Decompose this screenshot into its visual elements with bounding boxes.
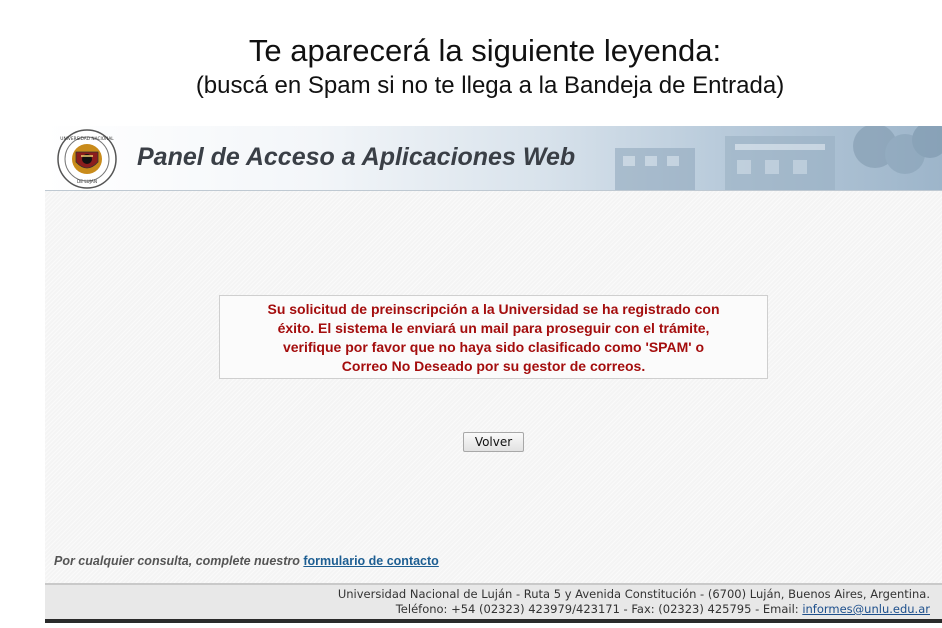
contact-prefix: Por cualquier consulta, complete nuestro bbox=[54, 554, 300, 568]
svg-text:DE LUJAN: DE LUJAN bbox=[77, 179, 97, 185]
footer-divider bbox=[45, 619, 942, 623]
back-button[interactable]: Volver bbox=[463, 432, 524, 452]
building-photo-decoration bbox=[615, 126, 942, 190]
university-seal-logo: UNIVERSIDAD NACIONAL DE LUJAN bbox=[57, 129, 117, 189]
footer-contact-line: Teléfono: +54 (02323) 423979/423171 - Fa… bbox=[45, 602, 930, 617]
header-banner: UNIVERSIDAD NACIONAL DE LUJAN Panel de A… bbox=[45, 126, 942, 191]
message-line: verifique por favor que no haya sido cla… bbox=[282, 339, 705, 355]
page-title: Panel de Acceso a Aplicaciones Web bbox=[137, 143, 576, 171]
success-message-box: Su solicitud de preinscripción a la Univ… bbox=[219, 295, 768, 379]
svg-text:UNIVERSIDAD NACIONAL: UNIVERSIDAD NACIONAL bbox=[60, 136, 114, 142]
message-line: éxito. El sistema le enviará un mail par… bbox=[277, 320, 710, 336]
web-page-screenshot: UNIVERSIDAD NACIONAL DE LUJAN Panel de A… bbox=[45, 126, 942, 623]
contact-form-link[interactable]: formulario de contacto bbox=[303, 554, 438, 568]
message-line: Su solicitud de preinscripción a la Univ… bbox=[267, 301, 720, 317]
contact-line: Por cualquier consulta, complete nuestro… bbox=[54, 554, 439, 568]
page-footer: Universidad Nacional de Luján - Ruta 5 y… bbox=[45, 583, 942, 623]
footer-email-link[interactable]: informes@unlu.edu.ar bbox=[802, 602, 930, 616]
footer-phone: Teléfono: +54 (02323) 423979/423171 - Fa… bbox=[395, 602, 799, 616]
footer-address: Universidad Nacional de Luján - Ruta 5 y… bbox=[337, 587, 930, 601]
slide-subtitle: (buscá en Spam si no te llega a la Bande… bbox=[195, 72, 785, 99]
slide-title: Te aparecerá la siguiente leyenda: bbox=[248, 33, 722, 68]
message-line: Correo No Deseado por su gestor de corre… bbox=[341, 358, 646, 374]
